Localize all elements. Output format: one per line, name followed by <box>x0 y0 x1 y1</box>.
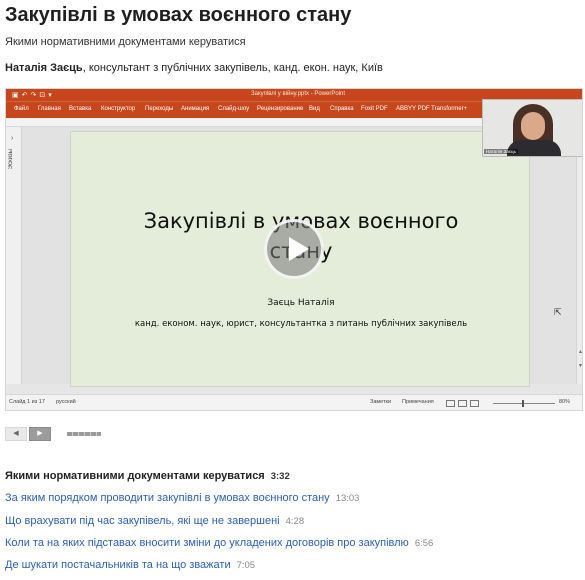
zoom-slider <box>493 403 555 404</box>
play-icon <box>289 237 309 261</box>
ribbon-tab: Справка <box>330 106 354 112</box>
status-slide-count: Слайд 1 из 17 <box>9 399 45 405</box>
page-subtitle: Якими нормативними документами керуватис… <box>5 36 246 48</box>
ribbon-tab: Foxit PDF <box>361 106 388 112</box>
reading-view-icon <box>470 400 479 407</box>
chapter-duration: 4:28 <box>285 516 305 527</box>
page-title: Закупівлі в умовах воєнного стану <box>5 4 352 26</box>
ppt-status-bar: Слайд 1 из 17 русский Заметки Примечания… <box>6 394 582 410</box>
ribbon-tab: ABBYY PDF Transformer+ <box>396 106 468 112</box>
ribbon-tab: Файл <box>14 106 29 112</box>
chapter-item[interactable]: Де шукати постачальників та на що зважат… <box>5 559 255 571</box>
status-notes: Заметки <box>370 399 392 405</box>
chapter-title: За яким порядком проводити закупівлі в у… <box>5 492 330 504</box>
chapter-title: Що врахувати під час закупівель, які ще … <box>5 515 280 527</box>
video-player[interactable]: ▣↶↷⊡▾ Закупівлі у війну.pptx - PowerPoin… <box>5 88 583 411</box>
thumbnails-pane: › Эскизы <box>6 127 22 384</box>
ribbon-tab: Слайд-шоу <box>218 106 250 112</box>
slide-author: Заєць Наталія <box>267 298 335 308</box>
chapter-title: Якими нормативними документами керуватис… <box>5 470 265 482</box>
chapter-duration: 6:56 <box>414 538 434 549</box>
chapter-item[interactable]: Що врахувати під час закупівель, які ще … <box>5 515 304 527</box>
next-button[interactable]: ▶ <box>29 427 51 441</box>
chapter-duration: 3:32 <box>270 471 290 482</box>
status-comments: Примечания <box>402 399 434 405</box>
ribbon-tab: Рецензирование <box>257 106 304 112</box>
chapter-item[interactable]: Коли та на яких підставах вносити зміни … <box>5 537 433 549</box>
sorter-view-icon <box>458 400 467 407</box>
chapter-title: Коли та на яких підставах вносити зміни … <box>5 537 409 549</box>
ribbon-tab: Вид <box>309 106 320 112</box>
author-name: Наталія Заєць <box>5 62 83 74</box>
webcam-overlay: Наталія Заєць <box>482 99 582 157</box>
zoom-slider-knob <box>522 400 524 407</box>
scroll-down-icon: ▼ <box>578 363 583 369</box>
ribbon-tab: Главная <box>38 106 61 112</box>
slide-description: канд. економ. наук, юрист, консультантка… <box>134 319 468 329</box>
chapter-duration: 7:05 <box>236 560 256 571</box>
progress-indicator <box>67 432 101 436</box>
chevron-right-icon: › <box>11 135 14 142</box>
chapter-item-current[interactable]: Якими нормативними документами керуватис… <box>5 470 290 482</box>
quick-access-icons: ▣↶↷⊡▾ <box>12 92 55 99</box>
chapter-title: Де шукати постачальників та на що зважат… <box>5 559 231 571</box>
zoom-level: 80% <box>559 399 571 405</box>
play-button[interactable] <box>264 219 324 279</box>
scroll-up-icon: ▲ <box>578 349 583 355</box>
thumbnails-label: Эскизы <box>8 149 14 170</box>
ribbon-tab: Анимация <box>181 106 210 112</box>
chapter-duration: 13:03 <box>335 493 360 504</box>
ribbon-tab: Переходы <box>145 106 174 112</box>
previous-button[interactable]: ◀ <box>5 427 27 441</box>
author-line: Наталія Заєць, консультант з публічних з… <box>5 62 383 74</box>
ribbon-tab: Вставка <box>69 106 92 112</box>
ppt-filename: Закупівлі у війну.pptx - PowerPoint <box>251 91 346 97</box>
normal-view-icon <box>446 400 455 407</box>
mouse-cursor-icon: ⇱ <box>554 307 562 317</box>
webcam-label: Наталія Заєць <box>484 149 518 154</box>
webcam-person-face <box>521 112 545 140</box>
status-language: русский <box>56 399 76 405</box>
vertical-scrollbar: ▲ ▼ <box>576 127 583 384</box>
ribbon-tab: Конструктор <box>101 106 136 112</box>
author-description: , консультант з публічних закупівель, ка… <box>82 62 383 74</box>
chapter-item[interactable]: За яким порядком проводити закупівлі в у… <box>5 492 359 504</box>
